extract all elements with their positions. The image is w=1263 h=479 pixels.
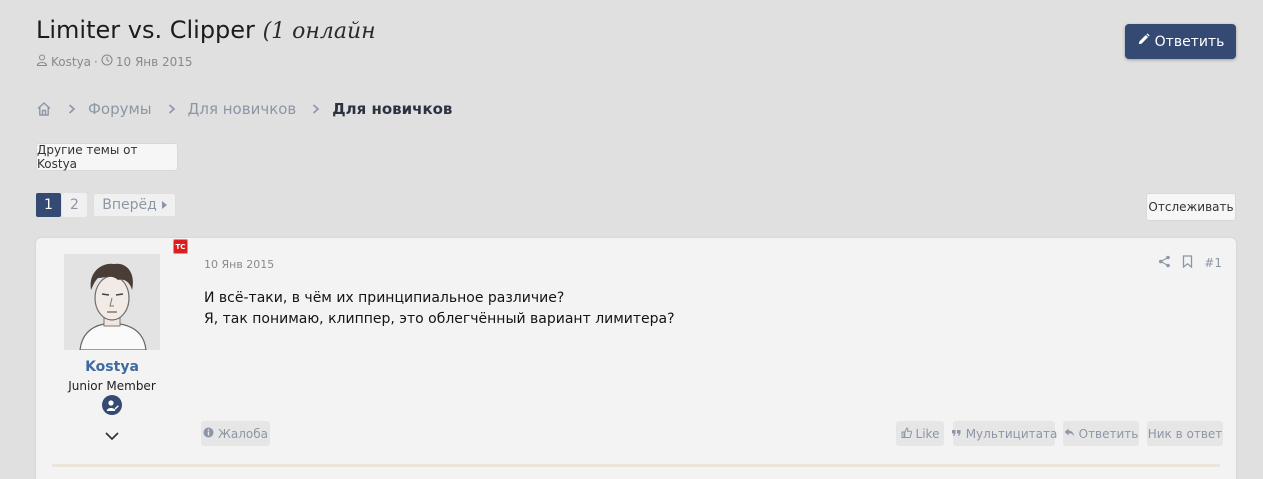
like-label: Like — [915, 426, 940, 441]
home-icon[interactable] — [36, 101, 52, 117]
thread-title-text: Limiter vs. Clipper — [36, 16, 255, 44]
reply-button[interactable]: Ответить — [1125, 24, 1236, 59]
chevron-right-icon — [312, 104, 320, 114]
next-page-button[interactable]: Вперёд — [93, 193, 176, 217]
nick-reply-button[interactable]: Ник в ответ — [1147, 421, 1223, 446]
thread-meta: Kostya · 10 Янв 2015 — [36, 54, 193, 69]
post-reply-button[interactable]: Ответить — [1063, 421, 1139, 446]
pencil-icon — [1137, 33, 1150, 50]
chevron-right-icon — [68, 104, 76, 114]
info-icon — [203, 427, 214, 441]
thread-author-link[interactable]: Kostya — [51, 55, 91, 69]
breadcrumb-item-forums[interactable]: Форумы — [88, 100, 152, 118]
multiquote-label: Мультицитата — [965, 426, 1058, 441]
report-button[interactable]: Жалоба — [201, 421, 270, 446]
page-2[interactable]: 2 — [62, 193, 87, 217]
meta-separator: · — [94, 54, 98, 69]
message-line: Я, так понимаю, клиппер, это облегчённый… — [204, 311, 675, 327]
message-line: И всё-таки, в чём их принципиальное разл… — [204, 290, 565, 306]
quote-icon — [951, 427, 962, 441]
breadcrumb-current: Для новичков — [332, 100, 453, 118]
post-tools: #1 — [1158, 255, 1222, 271]
thread-online-count: (1 онлайн — [262, 19, 376, 44]
pagination: 1 2 — [36, 193, 87, 217]
page-1[interactable]: 1 — [36, 193, 61, 217]
thumbs-up-icon — [901, 426, 912, 441]
user-edit-icon — [102, 395, 122, 415]
other-threads-button[interactable]: Другие темы от Kostya — [36, 143, 178, 171]
clock-icon — [101, 54, 113, 69]
thread-starter-badge: TC — [173, 239, 188, 254]
multiquote-button[interactable]: Мультицитата — [951, 421, 1058, 446]
reply-button-label: Ответить — [1154, 33, 1225, 50]
share-icon[interactable] — [1158, 255, 1171, 271]
breadcrumb-item-beginners[interactable]: Для новичков — [188, 100, 297, 118]
avatar[interactable] — [64, 254, 160, 350]
post-date[interactable]: 10 Янв 2015 — [204, 258, 274, 271]
chevron-right-icon — [168, 104, 176, 114]
user-icon — [36, 54, 48, 69]
bookmark-icon[interactable] — [1181, 255, 1194, 271]
reply-icon — [1064, 427, 1075, 441]
thread-title: Limiter vs. Clipper (1 онлайн — [36, 16, 376, 44]
post-message: И всё-таки, в чём их принципиальное разл… — [204, 288, 675, 330]
next-page-label: Вперёд — [102, 197, 157, 213]
post-username[interactable]: Kostya — [36, 359, 188, 375]
post-number[interactable]: #1 — [1204, 256, 1222, 270]
caret-right-icon — [161, 197, 167, 213]
thread-date[interactable]: 10 Янв 2015 — [116, 55, 193, 69]
user-title: Junior Member — [68, 379, 156, 393]
post: TC Kostya Junior Member 10 Янв 2015 #1 И… — [36, 238, 1236, 479]
chevron-down-icon[interactable] — [103, 427, 121, 445]
reply-label: Ответить — [1078, 426, 1139, 441]
report-label: Жалоба — [217, 426, 269, 441]
breadcrumb: Форумы Для новичков Для новичков — [36, 98, 452, 120]
watch-button[interactable]: Отслеживать — [1146, 193, 1236, 221]
post-divider — [52, 464, 1220, 467]
like-button[interactable]: Like — [896, 421, 944, 446]
